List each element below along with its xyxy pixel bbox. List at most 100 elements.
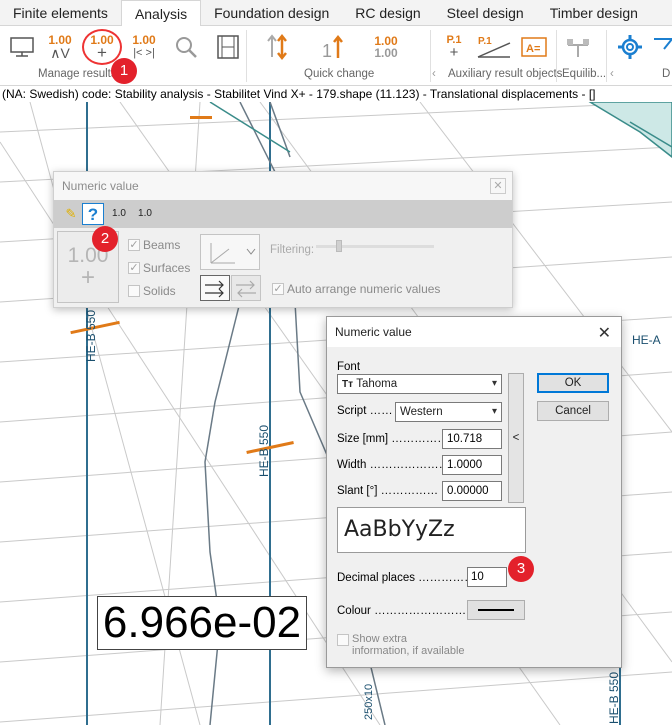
- expand-left-icon[interactable]: ‹: [432, 68, 436, 80]
- collapse-panel-button[interactable]: <: [508, 373, 524, 503]
- arrange-left-button[interactable]: [231, 275, 261, 301]
- area-result-button[interactable]: A=: [518, 31, 550, 63]
- ribbon-separator: [556, 30, 557, 82]
- numeric-value-toolbar: Numeric value ✕ ✎ ? 1.0 1.0 1.00 + ✓ Beam…: [53, 171, 513, 308]
- step-arrows-icon: |< >|: [133, 47, 155, 59]
- decimal-places-field[interactable]: [467, 567, 507, 587]
- numeric-value-dialog: Numeric value ✕ Font Tт Tahoma ▾ Script …: [326, 316, 622, 668]
- auto-arrange-checkbox[interactable]: ✓ Auto arrange numeric values: [272, 282, 440, 296]
- script-select[interactable]: Western ▾: [395, 402, 502, 422]
- colour-swatch: [478, 609, 514, 611]
- arrow-right-icon[interactable]: 1.0: [108, 203, 130, 225]
- beam-label: HE-B 550: [257, 425, 271, 477]
- cancel-button[interactable]: Cancel: [537, 401, 609, 421]
- font-label: Font: [337, 361, 361, 373]
- size-field[interactable]: [442, 429, 502, 449]
- slant-label: Slant [°] ……………: [337, 485, 439, 497]
- expand-left-icon[interactable]: ‹: [610, 68, 614, 80]
- quick-change-one-button[interactable]: 1: [318, 31, 350, 63]
- width-label: Width …………………: [337, 459, 451, 471]
- one-arrow-icon: 1: [322, 34, 343, 61]
- plus-icon: +: [80, 264, 95, 291]
- settings-button[interactable]: [614, 31, 646, 63]
- dialog-title: Numeric value: [327, 317, 621, 347]
- step-badge-3: 3: [508, 556, 534, 582]
- script-label: Script ……: [337, 405, 393, 417]
- magnifier-icon: [176, 37, 197, 58]
- font-preview: AaBbYyZz: [337, 507, 526, 553]
- num-value-icon: 1.00: [132, 33, 156, 47]
- close-icon[interactable]: ✕: [490, 178, 506, 194]
- ribbon-tabs: Finite elements Analysis Foundation desi…: [0, 0, 672, 27]
- colour-label: Colour ……………………: [337, 605, 467, 617]
- font-type-icon: Tт: [342, 379, 354, 390]
- arrows-right-icon: [205, 280, 224, 298]
- updown-orange-icon: [267, 33, 287, 61]
- quick-change-group-label: Quick change: [304, 68, 375, 80]
- ribbon-separator: [430, 30, 431, 82]
- axis-icon: [210, 243, 256, 264]
- animation-button[interactable]: [212, 31, 244, 63]
- plus-icon: +: [449, 44, 459, 61]
- step-badge-1: 1: [111, 58, 137, 84]
- num-value-grey-icon: 1.00: [374, 46, 398, 60]
- beam-label: HE-A: [632, 333, 661, 347]
- tab-finite-elements[interactable]: Finite elements: [0, 0, 121, 26]
- tab-rc-design[interactable]: RC design: [342, 0, 433, 26]
- svg-text:1: 1: [322, 41, 332, 61]
- arrow-left-icon[interactable]: 1.0: [134, 203, 156, 225]
- quick-change-value-button[interactable]: 1.00 1.00: [370, 31, 402, 63]
- updown-arrows-icon: ∧V: [50, 45, 70, 61]
- film-icon: [217, 35, 239, 59]
- beam-label: 250x10: [363, 684, 375, 720]
- step-badge-2: 2: [92, 226, 118, 252]
- slant-field[interactable]: [442, 481, 502, 501]
- arrows-swap-icon: [236, 280, 256, 298]
- tab-foundation-design[interactable]: Foundation design: [201, 0, 342, 26]
- font-select[interactable]: Tт Tahoma ▾: [337, 374, 502, 394]
- zoom-button[interactable]: [170, 31, 202, 63]
- ribbon-separator: [246, 30, 247, 82]
- beam-label: HE-B 550: [84, 310, 98, 362]
- chevron-down-icon: ▾: [491, 378, 497, 389]
- decimal-places-label: Decimal places ……………: [337, 572, 476, 584]
- numeric-step-button[interactable]: 1.00 |< >|: [128, 31, 160, 63]
- extra-info-checkbox[interactable]: Show extra information, if available: [337, 633, 467, 657]
- numeric-arrows-button[interactable]: 1.00 ∧V: [44, 31, 76, 63]
- funnel-icon: [654, 38, 672, 50]
- point-result-button[interactable]: P.1 +: [438, 31, 470, 63]
- arrange-right-button[interactable]: [200, 275, 230, 301]
- ok-button[interactable]: OK: [537, 373, 609, 393]
- display-results-button[interactable]: [6, 31, 38, 63]
- close-icon[interactable]: ✕: [598, 323, 611, 343]
- filtering-slider[interactable]: [316, 240, 434, 252]
- width-field[interactable]: [442, 455, 502, 475]
- solids-checkbox[interactable]: Solids: [128, 284, 176, 298]
- line-section-icon: P.1: [477, 36, 511, 58]
- tab-analysis[interactable]: Analysis: [120, 0, 202, 27]
- aux-result-group-label: Auxiliary result objects: [448, 68, 563, 80]
- numeric-result-label[interactable]: 6.966e-02: [97, 596, 307, 650]
- surfaces-checkbox[interactable]: ✓ Surfaces: [128, 261, 190, 275]
- equilibrium-button[interactable]: [562, 31, 594, 63]
- status-line: (NA: Swedish) code: Stability analysis -…: [0, 86, 672, 102]
- pencil-icon[interactable]: ✎: [60, 203, 82, 225]
- ribbon-separator: [606, 30, 607, 82]
- filtering-label: Filtering:: [270, 244, 315, 256]
- line-result-button[interactable]: P.1: [474, 31, 514, 63]
- balance-icon: [567, 39, 589, 57]
- beams-checkbox[interactable]: ✓ Beams: [128, 238, 180, 252]
- colour-picker-button[interactable]: [467, 600, 525, 620]
- display-options-button[interactable]: [652, 31, 672, 63]
- direction-dropdown[interactable]: [200, 234, 260, 270]
- tab-steel-design[interactable]: Steel design: [434, 0, 537, 26]
- monitor-icon: [10, 37, 34, 57]
- tab-timber-design[interactable]: Timber design: [537, 0, 651, 26]
- d-group-label: D: [662, 68, 671, 80]
- equilibrium-group-label: Equilib...: [562, 68, 607, 80]
- quick-change-arrows-button[interactable]: [262, 31, 294, 63]
- size-label: Size [mm] ……………: [337, 433, 449, 445]
- area-box-icon: A=: [521, 37, 547, 57]
- manage-results-group-label: Manage results: [38, 68, 117, 80]
- help-icon[interactable]: ?: [82, 203, 104, 225]
